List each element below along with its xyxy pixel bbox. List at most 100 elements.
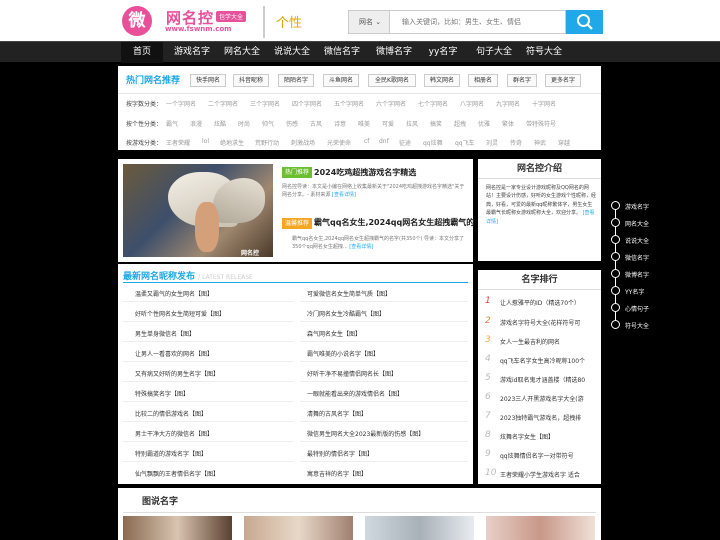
- category-link[interactable]: 时尚: [238, 119, 250, 128]
- side-nav-link[interactable]: 说说大全: [625, 236, 649, 245]
- category-link[interactable]: 四个字网名: [292, 99, 322, 108]
- release-link[interactable]: 微信男生网名大全2023最新版的伤感【图】: [307, 429, 424, 438]
- featured-title[interactable]: 霸气qq名女生,2024qq网名女生超拽霸气的: [314, 217, 474, 228]
- release-link[interactable]: 又有病又好听的男生名字【图】: [135, 369, 219, 378]
- rank-link[interactable]: 女人一生最吉利的网名: [500, 337, 598, 346]
- photo-thumbnail[interactable]: [244, 516, 353, 540]
- category-link[interactable]: 伤感: [286, 119, 298, 128]
- category-link[interactable]: 九字网名: [496, 99, 520, 108]
- release-link[interactable]: 好听个性网名女生简短可爱【图】: [135, 309, 225, 318]
- nav-nicknames[interactable]: 网名大全: [218, 42, 266, 63]
- side-nav-link[interactable]: 游戏名字: [625, 202, 649, 211]
- featured-image[interactable]: 网名控: [123, 164, 273, 257]
- side-nav-link[interactable]: YY名字: [625, 287, 644, 296]
- release-link[interactable]: 冷门网名女生冷酷霸气【图】: [307, 309, 385, 318]
- release-link[interactable]: 最特别的情侣名字【图】: [307, 449, 373, 458]
- nav-sentences[interactable]: 句子大全: [470, 42, 518, 63]
- hot-tag[interactable]: 韩文网名: [424, 74, 460, 87]
- nav-wechat-names[interactable]: 微信名字: [318, 42, 366, 63]
- category-link[interactable]: 二个字网名: [208, 99, 238, 108]
- side-nav-link[interactable]: 微信名字: [625, 253, 649, 262]
- side-nav-link[interactable]: 网名大全: [625, 219, 649, 228]
- category-link[interactable]: 诗意: [334, 119, 346, 128]
- rank-link[interactable]: 炫舞名字女生【图】: [500, 432, 598, 441]
- category-link[interactable]: 可爱: [382, 119, 394, 128]
- release-link[interactable]: 男士干净大方的微信名【图】: [135, 429, 213, 438]
- search-button[interactable]: [566, 10, 603, 34]
- search-category-select[interactable]: 网名 ⌄: [348, 10, 390, 34]
- category-link[interactable]: 刘灵: [486, 138, 498, 147]
- category-link[interactable]: 王者荣耀: [166, 138, 190, 147]
- category-link[interactable]: 五个字网名: [334, 99, 364, 108]
- photo-thumbnail[interactable]: [365, 516, 474, 540]
- side-nav-link[interactable]: 微博名字: [625, 270, 649, 279]
- category-link[interactable]: 十字网名: [532, 99, 556, 108]
- category-link[interactable]: 带特殊符号: [526, 119, 556, 128]
- category-link[interactable]: 搞笑: [430, 119, 442, 128]
- release-link[interactable]: 霸气唯美的小说名字【图】: [307, 349, 379, 358]
- release-link[interactable]: 仙气飘飘的王者情侣名字【图】: [135, 469, 219, 478]
- category-link[interactable]: dnf: [379, 138, 389, 145]
- category-link[interactable]: 穿越: [558, 138, 570, 147]
- hot-tag[interactable]: 抖音昵称: [233, 74, 269, 87]
- category-link[interactable]: 一个字网名: [166, 99, 196, 108]
- release-link[interactable]: 好听干净不易撞情侣网名长【图】: [307, 369, 397, 378]
- category-link[interactable]: 七个字网名: [418, 99, 448, 108]
- hot-tag[interactable]: 陌陌名字: [278, 74, 314, 87]
- rank-link[interactable]: 游戏id取名鬼才涵盖楼（精选80: [500, 375, 598, 384]
- logo-icon[interactable]: 微: [122, 6, 152, 36]
- release-link[interactable]: 一眼就能看出来的游戏情侣名【图】: [307, 389, 403, 398]
- category-link[interactable]: 帅气: [262, 119, 274, 128]
- photo-thumbnail[interactable]: [486, 516, 595, 540]
- photo-thumbnail[interactable]: [123, 516, 232, 540]
- rank-link[interactable]: 让人惹雅平的ID（精选70个）: [500, 298, 598, 307]
- search-input[interactable]: [390, 10, 566, 34]
- featured-title[interactable]: 2024吃鸡超拽游戏名字精选: [314, 167, 416, 178]
- rank-link[interactable]: 2023三人开黑游戏名字大全(游: [500, 394, 598, 403]
- release-link[interactable]: 特别霸道的游戏名字【图】: [135, 449, 207, 458]
- category-link[interactable]: 绝地求生: [220, 138, 244, 147]
- nav-weibo-names[interactable]: 微博名字: [370, 42, 418, 63]
- nav-posts[interactable]: 说说大全: [268, 42, 316, 63]
- release-link[interactable]: 男生单身微信名【图】: [135, 329, 195, 338]
- hot-tag[interactable]: 斗鱼网名: [323, 74, 359, 87]
- details-link[interactable]: [查看详情]: [332, 192, 356, 198]
- category-link[interactable]: 荒野行动: [255, 138, 279, 147]
- category-link[interactable]: 霸气: [166, 119, 178, 128]
- nav-yy-names[interactable]: yy名字: [420, 42, 466, 63]
- release-link[interactable]: 清舞的古风名字【图】: [307, 409, 367, 418]
- release-link[interactable]: 特殊搞笑名字【图】: [135, 389, 189, 398]
- category-link[interactable]: 浪漫: [190, 119, 202, 128]
- hot-tag[interactable]: 更多名字: [545, 74, 581, 87]
- category-link[interactable]: 神武: [534, 138, 546, 147]
- side-nav-link[interactable]: 心情句子: [625, 304, 649, 313]
- nav-home[interactable]: 首页: [121, 42, 163, 63]
- nav-symbols[interactable]: 符号大全: [520, 42, 568, 63]
- category-link[interactable]: 拉风: [406, 119, 418, 128]
- category-link[interactable]: 光荣使命: [327, 138, 351, 147]
- release-link[interactable]: 让男人一看喜欢的网名【图】: [135, 349, 213, 358]
- nav-game-names[interactable]: 游戏名字: [168, 42, 216, 63]
- rank-link[interactable]: 游戏名字符号大全(花样符号可: [500, 318, 598, 327]
- category-link[interactable]: 超拽: [454, 119, 466, 128]
- rank-link[interactable]: 王者荣耀小学生游戏名字 适合: [500, 470, 598, 479]
- category-link[interactable]: qq飞车: [455, 138, 475, 147]
- category-link[interactable]: 优雅: [478, 119, 490, 128]
- category-link[interactable]: 八字网名: [460, 99, 484, 108]
- release-link[interactable]: 比较二的情侣游戏名【图】: [135, 409, 207, 418]
- category-link[interactable]: 传奇: [510, 138, 522, 147]
- category-link[interactable]: 刺激战场: [291, 138, 315, 147]
- release-link[interactable]: 森气网名女生【图】: [307, 329, 361, 338]
- hot-tag[interactable]: 快手网名: [190, 74, 226, 87]
- rank-link[interactable]: qq炫舞情侣名字一对带符号: [500, 451, 598, 460]
- category-link[interactable]: qq炫舞: [423, 138, 443, 147]
- category-link[interactable]: 六个字网名: [376, 99, 406, 108]
- category-link[interactable]: cf: [364, 138, 369, 145]
- rank-link[interactable]: 2023独特霸气游戏名，超拽排: [500, 413, 598, 422]
- category-link[interactable]: 征途: [399, 138, 411, 147]
- hot-tag[interactable]: 相册名: [468, 74, 498, 87]
- rank-link[interactable]: qq飞车名字女生高冷昵称100个: [500, 356, 598, 365]
- release-link[interactable]: 寓意吉祥的名字【图】: [307, 469, 367, 478]
- category-link[interactable]: lol: [202, 138, 209, 145]
- category-link[interactable]: 炫酷: [214, 119, 226, 128]
